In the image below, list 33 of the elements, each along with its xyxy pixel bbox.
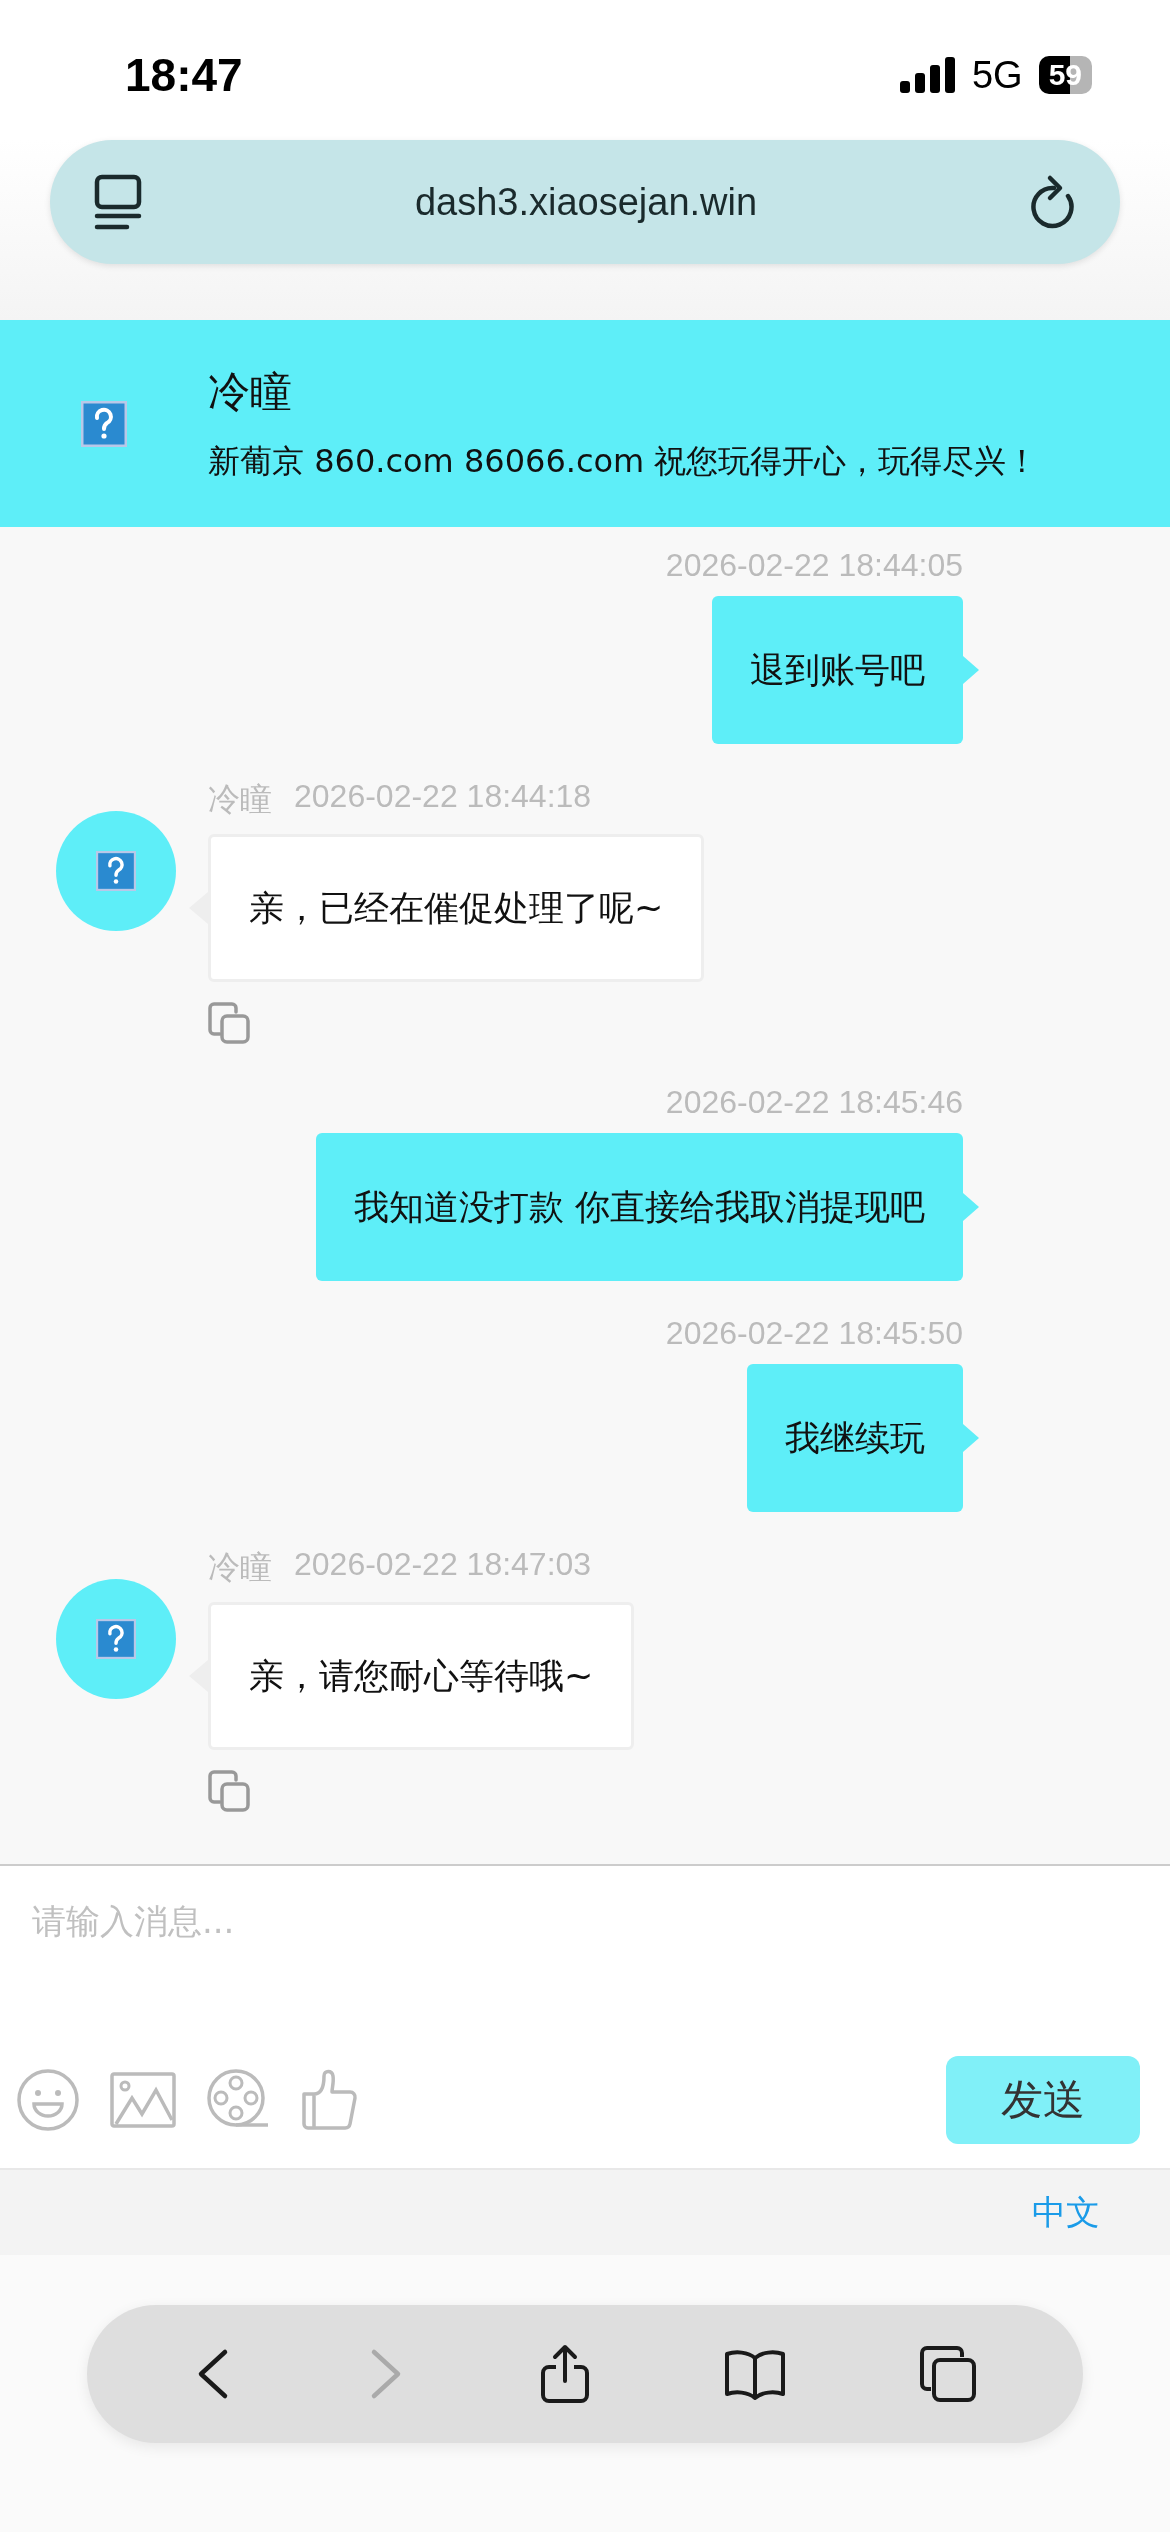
status-time: 18:47 — [125, 48, 243, 102]
sender-name: 冷瞳 — [208, 1548, 272, 1587]
page-menu-icon[interactable] — [94, 174, 142, 230]
message-time: 2026-02-22 18:44:05 — [665, 547, 963, 584]
agent-name: 冷瞳 — [208, 365, 293, 418]
book-icon[interactable] — [723, 2348, 786, 2400]
received-message: 亲，已经在催促处理了呢~ — [189, 834, 705, 982]
message-input[interactable]: 请输入消息... — [0, 1866, 1170, 1976]
broken-image-icon — [81, 400, 127, 447]
emoji-icon[interactable] — [16, 2068, 80, 2132]
message-time: 2026-02-22 18:45:46 — [665, 1084, 963, 1121]
address-bar[interactable]: dash3.xiaosejan.win — [50, 140, 1120, 264]
broken-image-icon — [96, 1619, 136, 1659]
copy-icon[interactable] — [208, 1770, 250, 1812]
agent-greeting: 新葡京 860.com 86066.com 祝您玩得开心，玩得尽兴！ — [208, 440, 1039, 482]
share-icon[interactable] — [539, 2343, 591, 2405]
network-label: 5G — [971, 53, 1023, 97]
message-time: 2026-02-22 18:44:18 — [294, 778, 592, 816]
message-time: 2026-02-22 18:45:50 — [665, 1315, 963, 1352]
tabs-icon[interactable] — [918, 2345, 977, 2403]
broken-image-icon — [96, 851, 136, 891]
sent-message: 我知道没打款 你直接给我取消提现吧 — [315, 1133, 979, 1281]
received-message: 亲，请您耐心等待哦~ — [189, 1602, 635, 1750]
copy-icon[interactable] — [208, 1002, 250, 1044]
signal-icon — [899, 57, 956, 93]
sent-message: 我继续玩 — [747, 1364, 979, 1512]
thumbs-up-icon[interactable] — [300, 2068, 360, 2132]
sent-message: 退到账号吧 — [712, 596, 979, 744]
image-icon[interactable] — [110, 2072, 176, 2128]
url-text[interactable]: dash3.xiaosejan.win — [414, 180, 758, 224]
sender-name: 冷瞳 — [208, 780, 272, 819]
send-button[interactable]: 发送 — [946, 2056, 1140, 2144]
message-time: 2026-02-22 18:47:03 — [294, 1546, 592, 1584]
